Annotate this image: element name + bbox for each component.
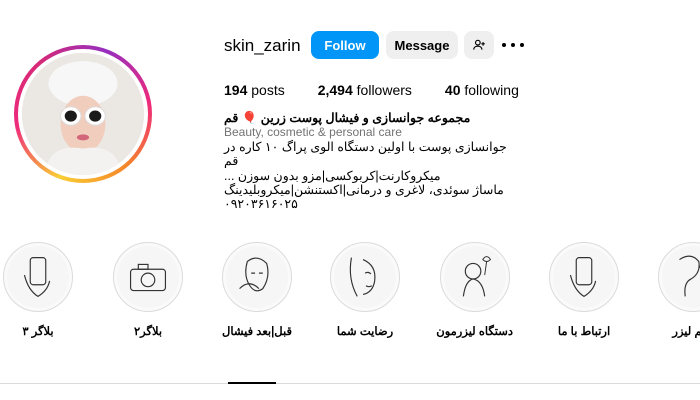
highlight-label: بلاگر ۳ — [22, 326, 54, 338]
camera-icon — [129, 263, 167, 292]
highlight-cover — [222, 242, 292, 312]
profile-stats: 194 posts 2,494 followers 40 following — [224, 82, 552, 98]
phone-hand-icon — [569, 257, 597, 298]
highlight-cover-image — [553, 246, 615, 308]
highlight-cover-image — [226, 246, 288, 308]
woman-face-line-art-icon — [349, 257, 376, 297]
more-dot — [511, 43, 515, 47]
more-options-button[interactable] — [502, 36, 524, 54]
add-person-icon — [473, 39, 485, 50]
tabs-divider — [0, 383, 700, 384]
message-button[interactable]: Message — [386, 31, 458, 59]
highlight-item[interactable]: بلاگر ۳ — [0, 242, 76, 338]
highlight-label: دستگاه لیزرمون — [436, 326, 513, 338]
phone-hand-icon — [23, 257, 51, 298]
following-count: 40 — [444, 82, 461, 98]
highlight-cover — [549, 242, 619, 312]
username: skin_zarin — [224, 36, 301, 55]
highlight-item[interactable]: بلاگر۲ — [110, 242, 186, 338]
highlight-cover — [3, 242, 73, 312]
highlight-item[interactable]: ارتباط با ما — [546, 242, 622, 338]
posts-count: 194 — [224, 82, 248, 98]
add-user-button[interactable] — [464, 31, 494, 59]
highlight-cover — [440, 242, 510, 312]
follow-button[interactable]: Follow — [311, 31, 379, 59]
followers-count: 2,494 — [317, 82, 353, 98]
highlight-item[interactable]: مهم لیزر — [655, 242, 700, 338]
bio-name: مجموعه جوانسازی و فیشال پوست زرین 🎈 قم — [224, 111, 471, 125]
avatar-border — [18, 49, 148, 179]
profile-bio: مجموعه جوانسازی و فیشال پوست زرین 🎈 قم B… — [224, 111, 524, 212]
bio-line: ماساژ سوئدی، لاغری و درمانی|اکستنشن|میکر… — [224, 183, 504, 198]
posts-stat: 194 posts — [224, 82, 285, 98]
story-highlights: بلاگر ۳ بلاگر۲ قبل|بعد فیشال رضایت شما د… — [0, 242, 700, 342]
highlight-label: بلاگر۲ — [133, 326, 163, 338]
bio-line: جوانسازی پوست با اولین دستگاه الوی پراگ … — [224, 139, 507, 169]
highlight-cover — [113, 242, 183, 312]
more-dot — [520, 43, 524, 47]
more-horizontal-icon — [502, 43, 506, 47]
followers-stat[interactable]: 2,494 followers — [318, 82, 412, 98]
posts-label: posts — [251, 82, 285, 98]
highlight-label: مهم لیزر — [672, 326, 700, 338]
bio-category: Beauty, cosmetic & personal care — [224, 125, 402, 140]
highlight-cover-image — [662, 246, 700, 308]
highlight-label: ارتباط با ما — [557, 326, 611, 338]
active-tab-indicator[interactable] — [228, 382, 276, 384]
highlight-item[interactable]: قبل|بعد فیشال — [219, 242, 295, 338]
highlight-cover-image — [117, 246, 179, 308]
avatar-illustration — [22, 53, 144, 175]
highlight-cover-image — [334, 246, 396, 308]
bio-line: میکروکارنت|کربوکسی|مزو بدون سوزن ... — [224, 168, 441, 183]
bio-phone: ۰۹۲۰۳۶۱۶۰۲۵ — [224, 197, 298, 212]
followers-label: followers — [356, 82, 412, 98]
avatar-photo — [22, 53, 144, 175]
highlight-item[interactable]: دستگاه لیزرمون — [436, 242, 513, 338]
woman-line-art-icon — [679, 255, 700, 297]
highlight-cover — [658, 242, 700, 312]
highlight-label: رضایت شما — [336, 326, 394, 338]
highlight-cover — [330, 242, 400, 312]
highlight-cover-image — [7, 246, 69, 308]
face-line-art-icon — [239, 257, 269, 292]
highlight-item[interactable]: رضایت شما — [327, 242, 403, 338]
following-label: following — [464, 82, 519, 98]
woman-flowers-line-art-icon — [462, 256, 492, 297]
highlight-cover-image — [444, 246, 506, 308]
profile-avatar[interactable] — [14, 45, 152, 183]
following-stat[interactable]: 40 following — [445, 82, 519, 98]
highlight-label: قبل|بعد فیشال — [222, 326, 292, 338]
